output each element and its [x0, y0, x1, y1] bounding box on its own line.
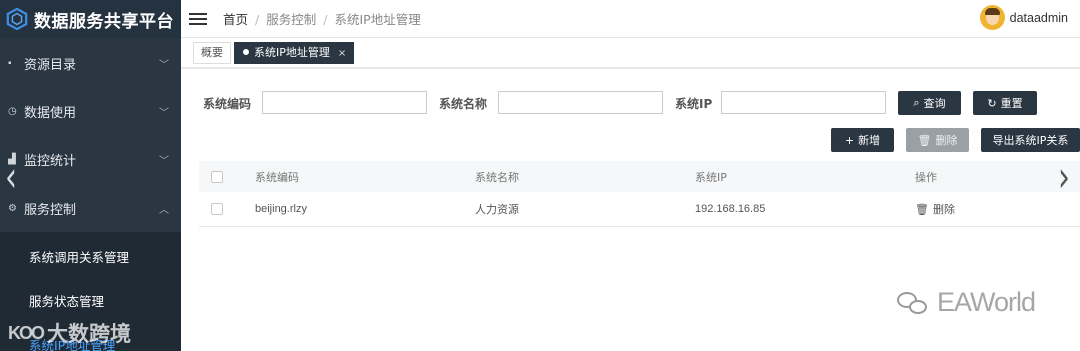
sidebar-item-label: 服务控制	[24, 202, 77, 218]
active-dot-icon	[243, 49, 249, 55]
reset-button[interactable]: ↻ 重置	[973, 91, 1037, 115]
sidebar-item-label: 资源目录	[24, 57, 77, 73]
chevron-down-icon: ﹀	[159, 59, 169, 71]
delete-button-label: 删除	[935, 134, 958, 147]
close-icon[interactable]: ×	[338, 48, 346, 59]
column-header: 系统编码	[255, 170, 299, 184]
plus-icon: +	[844, 133, 855, 147]
row-checkbox[interactable]	[211, 203, 223, 215]
sidebar-subitem-service-status[interactable]: 服务状态管理	[29, 291, 104, 310]
add-button-label: 新增	[858, 134, 881, 147]
brand-watermark: KOO 大数跨境	[8, 318, 131, 348]
sidebar: 数据服务共享平台 ▪ 资源目录 ﹀ ◷ 数据使用 ﹀ ▟ 监控统计 ﹀ ⚙ 服务…	[0, 0, 181, 351]
breadcrumb-separator: /	[323, 12, 328, 27]
ip-table: 系统编码 系统名称 系统IP 操作 beijing.rlzy 人力资源 192.…	[199, 161, 1080, 227]
watermark-text: 大数跨境	[47, 322, 132, 346]
chevron-down-icon: ﹀	[159, 107, 169, 119]
breadcrumb-service-control[interactable]: 服务控制	[266, 12, 316, 27]
chevron-down-icon: ﹀	[159, 155, 169, 167]
avatar	[979, 5, 1005, 30]
trash-icon: 🗑	[915, 203, 929, 216]
app-title: 数据服务共享平台	[34, 11, 174, 32]
column-header: 系统名称	[475, 170, 519, 184]
system-ip-input[interactable]	[721, 91, 886, 114]
sidebar-item-resource-catalog[interactable]: ▪ 资源目录 ﹀	[0, 39, 181, 87]
previous-arrow-icon[interactable]: ‹	[5, 153, 17, 202]
clock-icon: ◷	[8, 105, 17, 117]
cell-system-code: beijing.rlzy	[255, 203, 307, 215]
query-button-label: 查询	[923, 97, 946, 110]
query-button[interactable]: ⌕ 查询	[898, 91, 961, 115]
cell-system-name: 人力资源	[475, 204, 519, 216]
user-name: dataadmin	[1009, 10, 1068, 25]
watermark-text: EAWorld	[937, 287, 1036, 317]
tab-label: 系统IP地址管理	[254, 46, 330, 59]
trash-icon: 🗑	[917, 133, 932, 147]
breadcrumb: 首页 / 服务控制 / 系统IP地址管理	[223, 9, 421, 28]
export-button-label: 导出系统IP关系	[992, 134, 1069, 147]
wechat-icon	[897, 290, 931, 316]
system-ip-label: 系统IP	[675, 97, 713, 111]
row-delete-link[interactable]: 🗑 删除	[915, 201, 955, 217]
add-button[interactable]: + 新增	[831, 128, 894, 152]
search-icon: ⌕	[913, 96, 920, 109]
system-name-label: 系统名称	[439, 97, 488, 111]
next-arrow-icon[interactable]: ›	[1058, 153, 1070, 202]
hexagon-logo-icon	[6, 8, 28, 30]
watermark-logo: KOO	[8, 322, 45, 343]
table-header: 系统编码 系统名称 系统IP 操作	[199, 161, 1080, 192]
tab-overview[interactable]: 概要	[193, 42, 231, 64]
sidebar-item-label: 监控统计	[24, 153, 77, 169]
tab-label: 概要	[201, 46, 223, 59]
breadcrumb-separator: /	[255, 12, 260, 27]
file-icon: ▪	[8, 57, 12, 69]
refresh-icon: ↻	[987, 96, 997, 110]
sidebar-item-label: 数据使用	[24, 105, 77, 121]
top-bar: 首页 / 服务控制 / 系统IP地址管理 dataadmin	[181, 0, 1080, 38]
system-code-label: 系统编码	[203, 97, 252, 111]
tab-bar: 概要 系统IP地址管理 ×	[181, 39, 1080, 69]
sidebar-item-monitoring[interactable]: ▟ 监控统计 ﹀	[0, 135, 181, 183]
row-delete-label: 删除	[932, 203, 955, 216]
system-name-input[interactable]	[498, 91, 663, 114]
chevron-up-icon: ︿	[159, 204, 169, 216]
export-button[interactable]: 导出系统IP关系	[981, 128, 1080, 152]
sidebar-item-service-control[interactable]: ⚙ 服务控制 ︿	[0, 184, 181, 232]
gears-icon: ⚙	[8, 202, 17, 214]
column-header: 系统IP	[695, 170, 727, 184]
reset-button-label: 重置	[1000, 97, 1023, 110]
table-row[interactable]: beijing.rlzy 人力资源 192.168.16.85 🗑 删除	[199, 192, 1080, 227]
breadcrumb-current: 系统IP地址管理	[334, 12, 421, 27]
system-code-input[interactable]	[262, 91, 427, 114]
sidebar-subitem-call-relations[interactable]: 系统调用关系管理	[29, 247, 129, 266]
column-header: 操作	[915, 170, 937, 184]
brand: 数据服务共享平台	[0, 0, 181, 38]
delete-button[interactable]: 🗑 删除	[906, 128, 969, 152]
menu-toggle-icon[interactable]	[189, 10, 207, 28]
cell-system-ip: 192.168.16.85	[695, 203, 766, 215]
tab-ip-management[interactable]: 系统IP地址管理 ×	[234, 42, 355, 64]
breadcrumb-home[interactable]: 首页	[223, 12, 248, 27]
user-menu[interactable]: dataadmin	[979, 5, 1068, 30]
select-all-checkbox[interactable]	[211, 170, 223, 183]
sidebar-item-data-usage[interactable]: ◷ 数据使用 ﹀	[0, 87, 181, 135]
eaworld-watermark: EAWorld	[897, 287, 1036, 318]
